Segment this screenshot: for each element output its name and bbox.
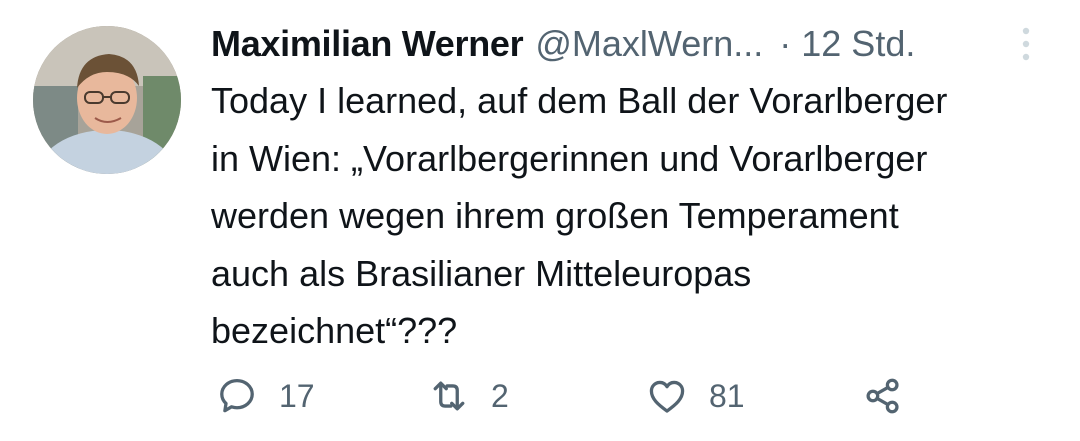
reply-count: 17: [279, 377, 315, 414]
reply-button[interactable]: 17: [215, 372, 315, 420]
tweet-actions: 17 2 81: [211, 372, 931, 420]
tweet[interactable]: Maximilian Werner @MaxlWern... · 12 Std.…: [0, 0, 1080, 441]
share-button[interactable]: [861, 372, 905, 420]
author-handle[interactable]: @MaxlWern...: [535, 22, 763, 66]
author-display-name[interactable]: Maximilian Werner: [211, 22, 524, 66]
retweet-count: 2: [491, 377, 509, 414]
heart-icon: [649, 380, 685, 413]
retweet-icon: [433, 381, 465, 411]
share-icon: [866, 378, 899, 414]
like-button[interactable]: 81: [645, 372, 745, 420]
header-separator: ·: [779, 23, 792, 64]
tweet-timestamp[interactable]: 12 Std.: [801, 22, 915, 66]
tweet-text: Today I learned, auf dem Ball der Vorarl…: [211, 80, 948, 351]
avatar-photo: [33, 26, 181, 174]
more-vertical-icon: [1022, 27, 1030, 61]
avatar[interactable]: [33, 26, 181, 174]
retweet-button[interactable]: 2: [427, 372, 509, 420]
tweet-header: Maximilian Werner @MaxlWern... · 12 Std.: [211, 22, 915, 66]
more-options-button[interactable]: [1012, 22, 1040, 66]
like-count: 81: [709, 377, 745, 414]
reply-icon: [220, 378, 254, 413]
